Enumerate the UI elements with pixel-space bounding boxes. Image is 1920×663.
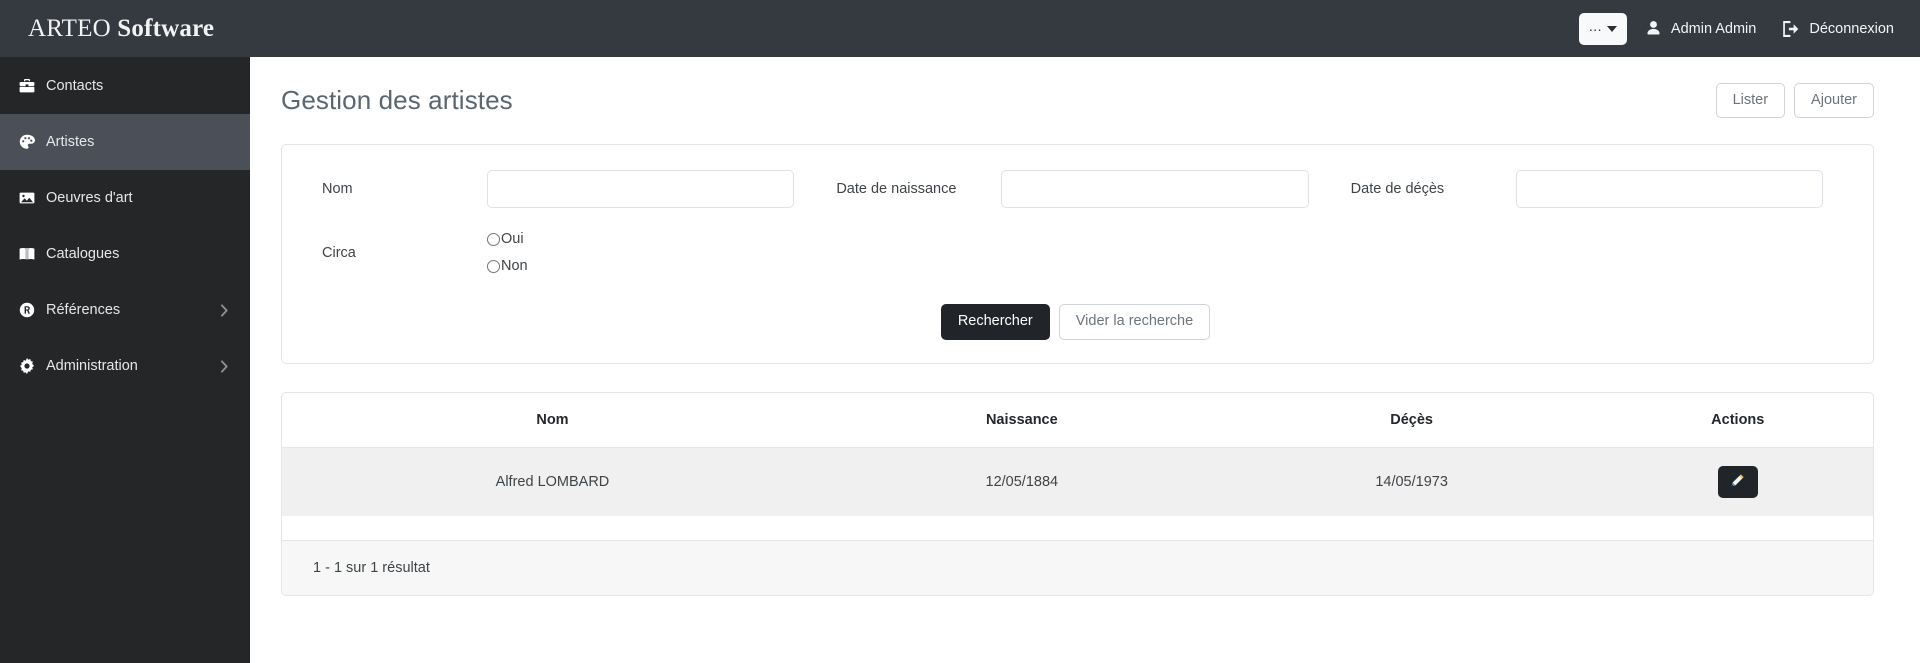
column-header-naissance: Naissance: [985, 411, 1058, 428]
brand-prefix: ARTEO: [28, 14, 118, 42]
date-deces-label: Date de déçès: [1350, 181, 1445, 198]
image-icon: [19, 190, 45, 206]
circa-option-non[interactable]: Non: [487, 258, 528, 274]
language-dropdown-button[interactable]: ...: [1578, 12, 1627, 45]
field-date-naissance: Date de naissance: [818, 170, 1332, 209]
sidebar: Contacts Artistes Oeuvres d'art Catalogu…: [0, 57, 250, 663]
book-icon: [19, 246, 45, 262]
chevron-right-icon: [219, 303, 230, 317]
logout-link[interactable]: Déconnexion: [1782, 20, 1894, 37]
chevron-down-icon: [1606, 25, 1617, 32]
pencil-icon: [1730, 473, 1745, 491]
edit-row-button[interactable]: [1717, 465, 1758, 498]
list-button[interactable]: Lister: [1715, 83, 1786, 119]
circa-radio-oui[interactable]: [487, 232, 500, 246]
sidebar-item-label: Oeuvres d'art: [46, 190, 133, 206]
column-header-deces: Déçès: [1390, 411, 1433, 428]
date-naissance-label: Date de naissance: [836, 181, 957, 198]
table-head: Nom Naissance Déçès Actions: [282, 393, 1873, 448]
column-header-nom: Nom: [536, 411, 569, 428]
circa-label: Circa: [322, 244, 356, 261]
cell-nom: Alfred LOMBARD: [495, 473, 610, 490]
table-body: Alfred LOMBARD 12/05/1884 14/05/1973: [282, 447, 1873, 516]
search-row-2: Circa Oui Non: [304, 231, 1847, 274]
field-date-deces: Date de déçès: [1333, 170, 1847, 209]
sidebar-item-catalogues[interactable]: Catalogues: [0, 226, 250, 282]
table-bottom-spacer: [282, 515, 1873, 540]
sidebar-item-oeuvres-dart[interactable]: Oeuvres d'art: [0, 170, 250, 226]
sidebar-item-administration[interactable]: Administration: [0, 338, 250, 394]
app-root: ARTEO Software ... Admin Admin Déconnexi…: [0, 0, 1920, 663]
search-submit-button[interactable]: Rechercher: [940, 304, 1050, 340]
sidebar-item-label: Catalogues: [46, 246, 120, 262]
nom-input[interactable]: [487, 170, 795, 209]
logout-label: Déconnexion: [1809, 20, 1894, 37]
cell-deces: 14/05/1973: [1375, 473, 1448, 490]
circa-option-oui-label: Oui: [501, 231, 524, 248]
circa-option-non-label: Non: [501, 258, 528, 275]
table-header-row: Nom Naissance Déçès Actions: [282, 393, 1873, 448]
date-deces-input[interactable]: [1515, 170, 1823, 209]
sidebar-item-label: Artistes: [46, 134, 95, 150]
sidebar-item-label: Contacts: [46, 78, 104, 94]
top-bar-right: ... Admin Admin Déconnexion: [1578, 12, 1894, 45]
logout-icon: [1782, 20, 1800, 37]
results-count: 1 - 1 sur 1 résultat: [282, 539, 1873, 595]
briefcase-icon: [19, 78, 45, 94]
sidebar-item-artistes[interactable]: Artistes: [0, 114, 250, 170]
palette-icon: [19, 134, 45, 150]
page-header-actions: Lister Ajouter: [1715, 83, 1874, 119]
page-header: Gestion des artistes Lister Ajouter: [281, 83, 1874, 119]
search-form-card: Nom Date de naissance Date de déçès Circ: [281, 144, 1874, 364]
field-circa: Circa Oui Non: [304, 231, 818, 274]
circa-radio-non[interactable]: [487, 259, 500, 273]
table-row: Alfred LOMBARD 12/05/1884 14/05/1973: [282, 447, 1873, 516]
cell-actions: [1603, 447, 1873, 516]
sidebar-item-references[interactable]: Références: [0, 282, 250, 338]
sidebar-item-contacts[interactable]: Contacts: [0, 58, 250, 114]
search-row-1: Nom Date de naissance Date de déçès: [304, 170, 1847, 209]
search-reset-button[interactable]: Vider la recherche: [1058, 304, 1211, 340]
circa-radio-group: Oui Non: [487, 231, 528, 274]
sidebar-item-label: Références: [46, 302, 121, 318]
cell-naissance: 12/05/1884: [985, 473, 1059, 490]
artists-table: Nom Naissance Déçès Actions Alfred LOMBA…: [282, 393, 1873, 516]
top-bar: ARTEO Software ... Admin Admin Déconnexi…: [0, 0, 1920, 57]
registered-icon: [19, 302, 45, 318]
date-naissance-input[interactable]: [1001, 170, 1309, 209]
language-dropdown-label: ...: [1588, 17, 1602, 34]
user-icon: [1645, 20, 1662, 37]
add-button[interactable]: Ajouter: [1794, 83, 1874, 119]
brand-suffix: Software: [117, 14, 215, 42]
nom-label: Nom: [322, 181, 353, 198]
circa-option-oui[interactable]: Oui: [487, 231, 528, 247]
field-nom: Nom: [304, 170, 818, 209]
page-body: Contacts Artistes Oeuvres d'art Catalogu…: [0, 57, 1920, 663]
sidebar-item-label: Administration: [46, 358, 138, 374]
gear-icon: [19, 358, 45, 374]
results-card: Nom Naissance Déçès Actions Alfred LOMBA…: [281, 391, 1874, 596]
chevron-right-icon: [219, 359, 230, 373]
main-content: Gestion des artistes Lister Ajouter Nom …: [250, 57, 1920, 663]
user-info: Admin Admin: [1645, 20, 1756, 37]
user-name: Admin Admin: [1670, 20, 1757, 37]
column-header-actions: Actions: [1711, 411, 1765, 428]
page-title: Gestion des artistes: [281, 85, 513, 116]
brand-logo[interactable]: ARTEO Software: [28, 15, 214, 43]
search-actions: Rechercher Vider la recherche: [304, 304, 1847, 340]
